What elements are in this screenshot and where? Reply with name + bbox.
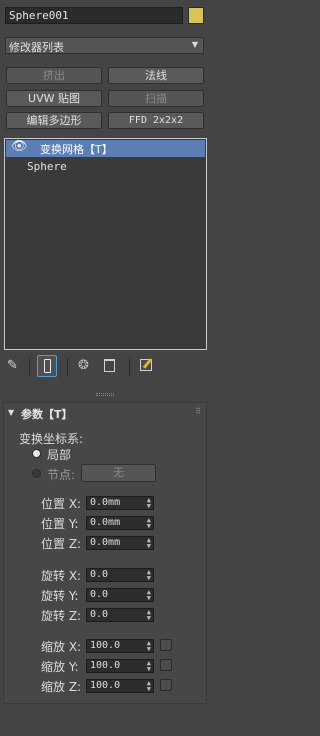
extrude-button[interactable]: 挤出 — [6, 67, 102, 84]
node-pick-button[interactable]: 无 — [81, 464, 156, 482]
normal-button[interactable]: 法线 — [108, 67, 204, 84]
chevron-down-icon: ▼ — [191, 40, 198, 49]
position-z-label: 位置 Z: — [41, 537, 82, 551]
rotation-y-spinner[interactable]: 0.0 ▲ ▼ — [86, 588, 154, 602]
scale-y-label: 缩放 Y: — [41, 660, 79, 674]
rollout-grip-icon[interactable]: ⠿ — [195, 407, 201, 416]
rotation-x-value: 0.0 — [90, 569, 109, 580]
rotation-x-spinner[interactable]: 0.0 ▲ ▼ — [86, 568, 154, 582]
eye-icon[interactable]: 👁 — [11, 139, 28, 154]
rotation-y-label: 旋转 Y: — [41, 589, 79, 603]
spinner-arrows-icon[interactable]: ▲ ▼ — [147, 640, 151, 653]
trash-icon[interactable] — [104, 359, 115, 372]
object-color-swatch[interactable] — [188, 7, 204, 24]
collapse-triangle-icon[interactable]: ▼ — [8, 408, 14, 417]
splitter-handle[interactable] — [96, 393, 114, 396]
rotation-x-label: 旋转 X: — [41, 569, 82, 583]
show-end-result-button[interactable] — [37, 355, 57, 377]
configure-pencil-icon — [142, 358, 153, 369]
scale-z-value: 100.0 — [90, 680, 121, 691]
pin-stack-icon[interactable]: ✎ — [7, 358, 18, 373]
local-label: 局部 — [47, 448, 72, 462]
separator — [129, 358, 130, 376]
spinner-arrows-icon[interactable]: ▲ ▼ — [147, 680, 151, 693]
separator — [29, 358, 30, 376]
rollout-title[interactable]: 参数【T】 — [21, 406, 73, 422]
ffd-button[interactable]: FFD 2x2x2 — [108, 112, 204, 129]
node-radio[interactable] — [32, 469, 41, 478]
rotation-y-value: 0.0 — [90, 589, 109, 600]
make-unique-icon[interactable]: ❂ — [78, 358, 89, 373]
position-y-spinner[interactable]: 0.0mm ▲ ▼ — [86, 516, 154, 530]
spinner-arrows-icon[interactable]: ▲ ▼ — [147, 517, 151, 530]
position-z-spinner[interactable]: 0.0mm ▲ ▼ — [86, 536, 154, 550]
edit-poly-button[interactable]: 编辑多边形 — [6, 112, 102, 129]
uvw-map-button[interactable]: UVW 贴图 — [6, 90, 102, 107]
scale-z-spinner[interactable]: 100.0 ▲ ▼ — [86, 679, 154, 693]
separator — [67, 358, 68, 376]
modifier-stack[interactable]: 👁 变换网格【T】 Sphere — [4, 138, 207, 350]
position-y-label: 位置 Y: — [41, 517, 79, 531]
spinner-arrows-icon[interactable]: ▲ ▼ — [147, 569, 151, 582]
scale-y-lock-checkbox[interactable] — [160, 659, 172, 671]
spinner-arrows-icon[interactable]: ▲ ▼ — [147, 497, 151, 510]
spinner-arrows-icon[interactable]: ▲ ▼ — [147, 660, 151, 673]
stack-item-label: 变换网格【T】 — [40, 143, 113, 156]
configure-sets-icon[interactable] — [140, 358, 153, 371]
rotation-z-value: 0.0 — [90, 609, 109, 620]
position-y-value: 0.0mm — [90, 517, 121, 528]
spinner-arrows-icon[interactable]: ▲ ▼ — [147, 589, 151, 602]
node-label: 节点: — [47, 468, 76, 482]
scale-z-label: 缩放 Z: — [41, 680, 82, 694]
show-end-result-icon — [44, 359, 51, 373]
scale-x-value: 100.0 — [90, 640, 121, 651]
rotation-z-spinner[interactable]: 0.0 ▲ ▼ — [86, 608, 154, 622]
stack-item-transform[interactable]: 👁 变换网格【T】 — [6, 139, 205, 157]
stack-item-label: Sphere — [27, 160, 67, 173]
scale-x-spinner[interactable]: 100.0 ▲ ▼ — [86, 639, 154, 653]
position-x-spinner[interactable]: 0.0mm ▲ ▼ — [86, 496, 154, 510]
parameters-rollout: ▼ 参数【T】 ⠿ 变换坐标系: 局部 节点: 无 位置 X: 0.0mm ▲ ▼… — [3, 402, 207, 704]
transform-space-label: 变换坐标系: — [19, 432, 84, 446]
scale-y-spinner[interactable]: 100.0 ▲ ▼ — [86, 659, 154, 673]
spinner-arrows-icon[interactable]: ▲ ▼ — [147, 609, 151, 622]
position-x-value: 0.0mm — [90, 497, 121, 508]
scale-y-value: 100.0 — [90, 660, 121, 671]
rotation-z-label: 旋转 Z: — [41, 609, 82, 623]
object-name-input[interactable]: Sphere001 — [5, 7, 183, 24]
scale-x-label: 缩放 X: — [41, 640, 82, 654]
local-radio[interactable] — [32, 449, 41, 458]
sweep-button[interactable]: 扫描 — [108, 90, 204, 107]
scale-x-lock-checkbox[interactable] — [160, 639, 172, 651]
modifier-list-dropdown[interactable]: 修改器列表 ▼ — [5, 37, 204, 54]
modifier-list-label: 修改器列表 — [9, 41, 64, 54]
position-z-value: 0.0mm — [90, 537, 121, 548]
scale-z-lock-checkbox[interactable] — [160, 679, 172, 691]
stack-item-sphere[interactable]: Sphere — [6, 158, 205, 175]
spinner-arrows-icon[interactable]: ▲ ▼ — [147, 537, 151, 550]
position-x-label: 位置 X: — [41, 497, 82, 511]
